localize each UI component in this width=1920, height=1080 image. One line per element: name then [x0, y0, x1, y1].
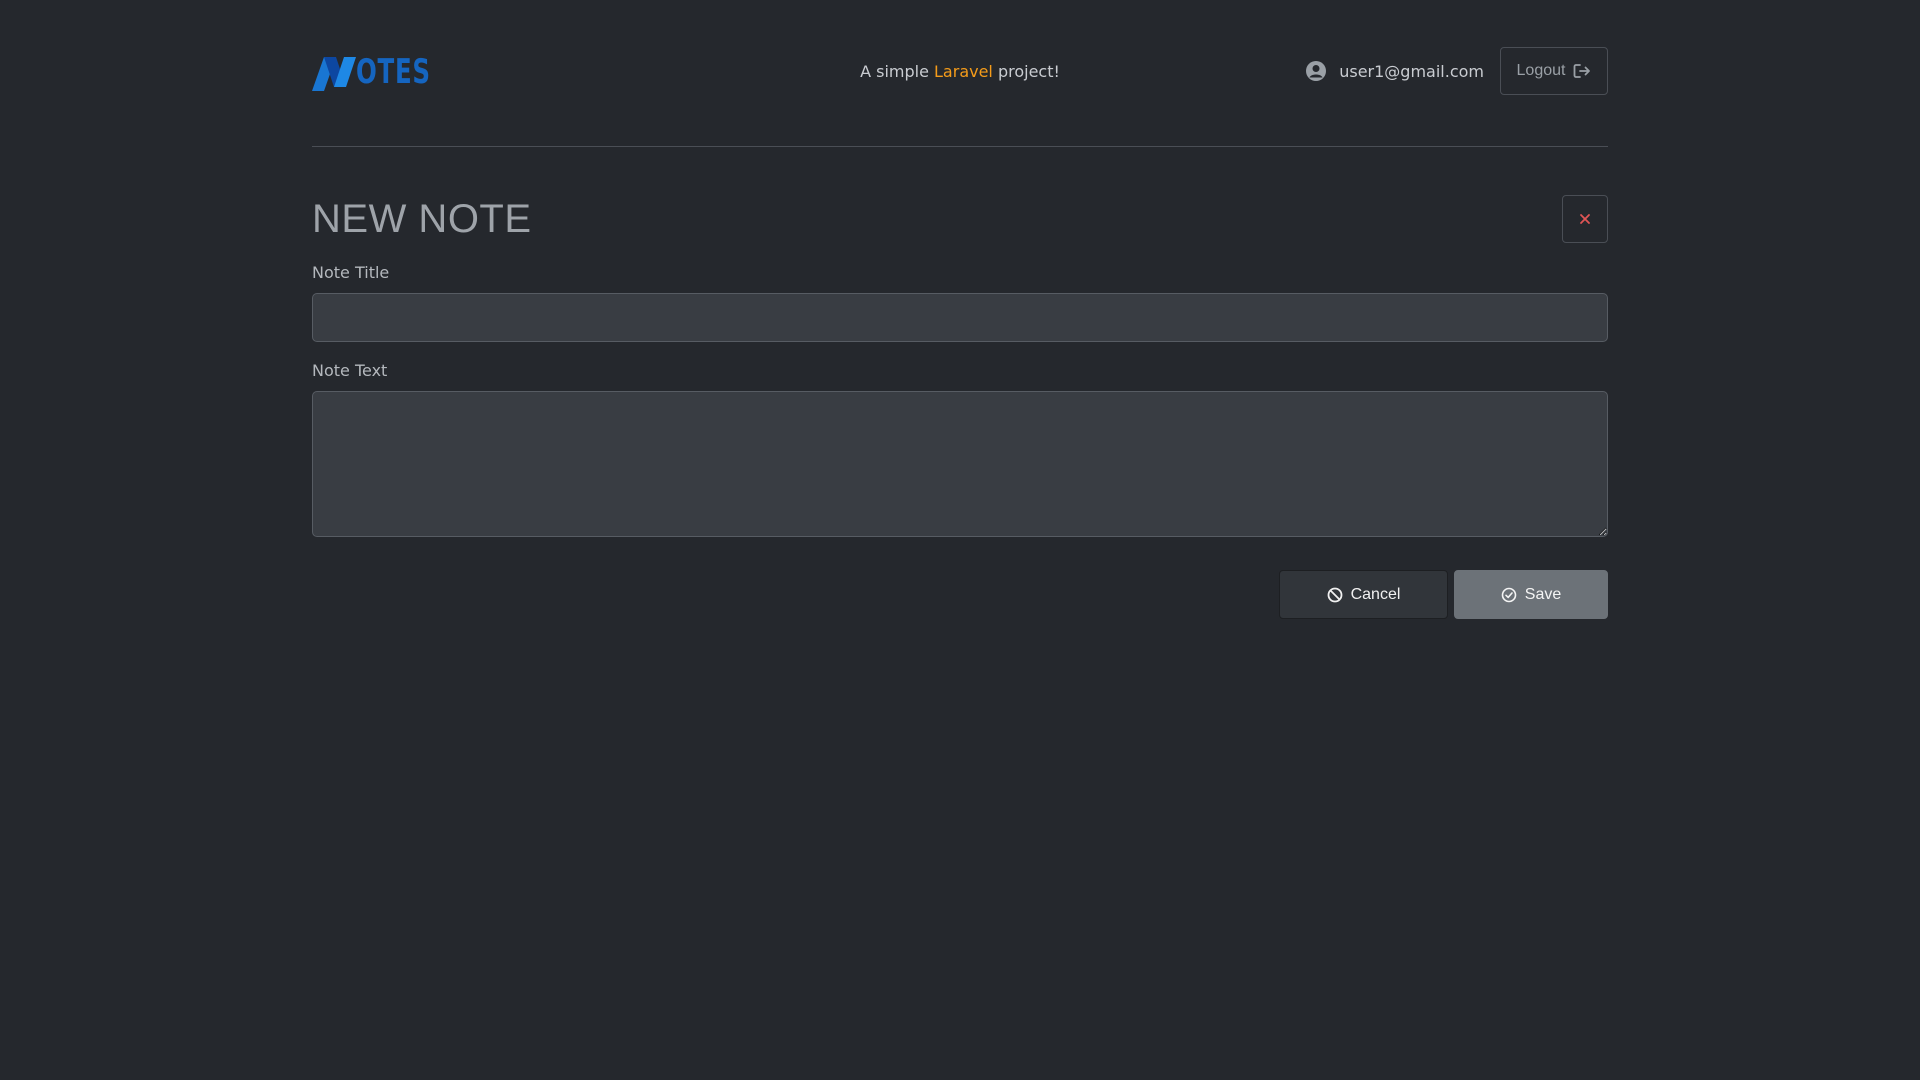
- close-button[interactable]: [1562, 195, 1608, 243]
- note-title-label: Note Title: [312, 263, 390, 282]
- tagline-accent: Laravel: [934, 62, 993, 81]
- page-title: NEW NOTE: [312, 197, 532, 241]
- user-circle-icon: [1306, 61, 1327, 81]
- save-button[interactable]: Save: [1454, 570, 1608, 619]
- save-label: Save: [1524, 585, 1562, 603]
- app-header: OTES A simple Laravel project! user1@gma…: [312, 0, 1608, 147]
- logout-button[interactable]: Logout: [1500, 47, 1608, 95]
- form-actions: Cancel Save: [1279, 570, 1608, 619]
- app-container: OTES A simple Laravel project! user1@gma…: [312, 0, 1608, 619]
- note-title-input[interactable]: [312, 293, 1608, 342]
- logout-icon: [1574, 64, 1591, 78]
- user-email: user1@gmail.com: [1339, 61, 1484, 81]
- close-icon: [1580, 214, 1590, 224]
- tagline-prefix: A simple: [860, 62, 935, 81]
- cancel-label: Cancel: [1350, 585, 1401, 603]
- logout-label: Logout: [1516, 62, 1566, 79]
- user-area: user1@gmail.com Logout: [1305, 47, 1608, 95]
- check-circle-icon: [1501, 587, 1517, 602]
- ban-icon: [1327, 587, 1342, 602]
- note-text-label: Note Text: [312, 361, 388, 380]
- tagline-suffix: project!: [992, 62, 1060, 81]
- cancel-button[interactable]: Cancel: [1279, 570, 1448, 619]
- note-text-input[interactable]: [312, 391, 1608, 537]
